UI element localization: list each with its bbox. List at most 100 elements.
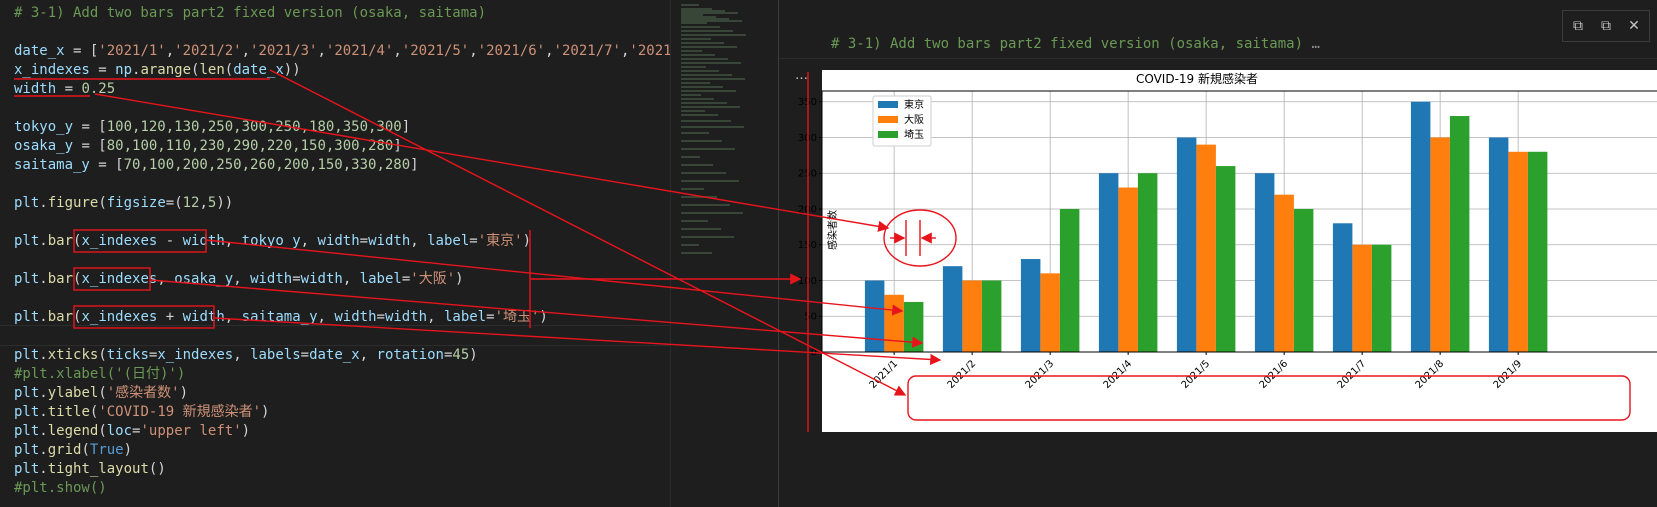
code-token: '埼玉'	[494, 309, 540, 325]
cell-separator	[779, 58, 1657, 59]
minimap-line	[681, 26, 720, 28]
code-token: label	[443, 309, 487, 325]
code-token: plt	[14, 461, 40, 477]
code-token: =	[56, 81, 82, 97]
cell-header[interactable]: # 3-1) Add two bars part2 fixed version …	[831, 36, 1320, 52]
code-token: width	[300, 271, 343, 287]
code-token: len	[199, 62, 225, 78]
code-token: ,	[359, 347, 377, 363]
code-line[interactable]: saitama_y = [70,100,200,250,260,200,150,…	[14, 156, 739, 175]
code-token: plt	[14, 195, 40, 211]
minimap-line	[681, 110, 705, 112]
code-line[interactable]: tokyo_y = [100,120,130,250,300,250,180,3…	[14, 118, 739, 137]
code-line[interactable]: date_x = ['2021/1','2021/2','2021/3','20…	[14, 42, 739, 61]
code-token: (	[98, 423, 107, 439]
code-line[interactable]: x_indexes = np.arange(len(date_x))	[14, 61, 739, 80]
code-token: )	[241, 423, 251, 439]
code-token: ,	[393, 43, 402, 59]
code-line[interactable]: width = 0.25	[14, 80, 739, 99]
code-token: width	[384, 309, 428, 325]
code-token: =	[486, 309, 495, 325]
code-token: legend	[47, 423, 99, 439]
code-token: plt	[14, 233, 40, 249]
split-editor-icon[interactable]: ⧉	[1593, 14, 1619, 38]
code-token: '感染者数'	[106, 385, 180, 401]
close-icon[interactable]: ✕	[1621, 14, 1647, 38]
code-token: '2021/3'	[250, 43, 318, 59]
copy-icon[interactable]: ⧉	[1565, 14, 1591, 38]
code-line[interactable]: plt.bar(x_indexes, osaka_y, width=width,…	[14, 270, 739, 289]
code-line[interactable]: plt.bar(x_indexes - width, tokyo_y, widt…	[14, 232, 739, 251]
code-token: osaka_y	[174, 271, 234, 287]
code-token: plt	[14, 404, 40, 420]
code-line[interactable]	[14, 23, 739, 42]
minimap-line	[681, 74, 732, 76]
minimap-line	[681, 98, 714, 100]
minimap-line	[681, 4, 699, 6]
code-line[interactable]: plt.title('COVID-19 新規感染者')	[14, 403, 739, 422]
minimap-line	[681, 102, 727, 104]
code-text[interactable]: # 3-1) Add two bars part2 fixed version …	[14, 4, 739, 498]
minimap-line	[681, 54, 715, 56]
code-line[interactable]: #plt.xlabel('(日付)')	[14, 365, 739, 384]
code-token: plt	[14, 442, 40, 458]
code-line[interactable]: plt.ylabel('感染者数')	[14, 384, 739, 403]
code-line[interactable]: osaka_y = [80,100,110,230,290,220,150,30…	[14, 137, 739, 156]
minimap-line	[681, 46, 737, 48]
output-more-icon[interactable]: …	[795, 68, 808, 83]
code-line[interactable]: plt.legend(loc='upper left')	[14, 422, 739, 441]
code-line[interactable]	[14, 327, 739, 346]
minimap-line	[681, 196, 717, 198]
minimap-line	[681, 148, 735, 150]
code-line[interactable]: plt.grid(True)	[14, 441, 739, 460]
code-token: tokyo_y	[14, 119, 74, 135]
code-token: )	[539, 309, 548, 325]
code-token: width	[182, 309, 225, 325]
code-token: 80,100,110,230,290,220,150,300,280	[106, 138, 394, 154]
plot-output	[822, 70, 1657, 432]
code-token: '2021/4'	[325, 43, 394, 59]
code-line[interactable]: plt.tight_layout()	[14, 460, 739, 479]
minimap[interactable]	[670, 0, 751, 507]
code-line[interactable]: plt.xticks(ticks=x_indexes, labels=date_…	[14, 346, 739, 365]
code-token: ,	[224, 309, 242, 325]
code-token: # 3-1) Add two bars part2 fixed version …	[14, 5, 487, 21]
code-editor[interactable]: # 3-1) Add two bars part2 fixed version …	[0, 0, 739, 507]
cell-header-more-icon[interactable]: …	[1311, 36, 1319, 52]
minimap-line	[681, 244, 699, 246]
code-token: = [	[89, 157, 124, 173]
cell-header-text: # 3-1) Add two bars part2 fixed version …	[831, 36, 1304, 52]
code-token: True	[89, 442, 124, 458]
minimap-line	[681, 62, 741, 64]
code-line[interactable]	[14, 289, 739, 308]
code-line[interactable]: plt.figure(figsize=(12,5))	[14, 194, 739, 213]
code-token: width	[334, 309, 377, 325]
code-token: ]	[401, 119, 411, 135]
code-token: plt	[14, 385, 40, 401]
code-token: (	[98, 385, 107, 401]
minimap-line	[681, 156, 700, 158]
code-line[interactable]	[14, 175, 739, 194]
code-line[interactable]	[14, 251, 739, 270]
code-token: =	[469, 233, 478, 249]
code-token: +	[157, 309, 183, 325]
code-token: ()	[148, 461, 166, 477]
code-token: x_indexes	[81, 309, 158, 325]
code-token: .	[39, 442, 48, 458]
minimap-line	[681, 82, 710, 84]
code-token: .	[39, 404, 48, 420]
code-line[interactable]: #plt.show()	[14, 479, 739, 498]
code-token: 'COVID-19 新規感染者'	[98, 404, 262, 420]
code-line[interactable]: plt.bar(x_indexes + width, saitama_y, wi…	[14, 308, 739, 327]
code-line[interactable]	[14, 99, 739, 118]
code-token: xticks	[47, 347, 99, 363]
code-line[interactable]: # 3-1) Add two bars part2 fixed version …	[14, 4, 739, 23]
code-line[interactable]	[14, 213, 739, 232]
code-token: (	[98, 347, 107, 363]
code-token: =(	[165, 195, 183, 211]
minimap-line	[681, 204, 730, 206]
code-token: ,	[233, 347, 251, 363]
minimap-line	[681, 94, 701, 96]
minimap-line	[681, 30, 733, 32]
code-token: date_x	[309, 347, 360, 363]
